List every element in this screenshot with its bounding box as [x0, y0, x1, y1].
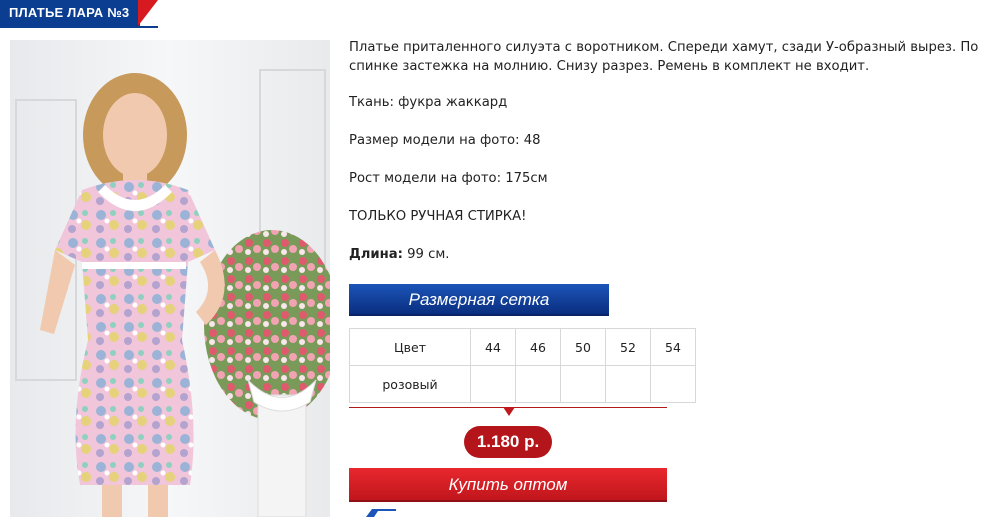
wash-note-text: ТОЛЬКО РУЧНАЯ СТИРКА! — [349, 209, 527, 224]
model-height-text: Рост модели на фото: 175см — [349, 171, 548, 186]
length-line: Длина: 99 см. — [349, 247, 450, 262]
partial-logo-icon — [366, 509, 396, 517]
product-title: ПЛАТЬЕ ЛАРА №3 — [9, 5, 130, 20]
size-qty-50[interactable] — [560, 365, 606, 403]
size-header-52: 52 — [605, 328, 651, 366]
model-size-text: Размер модели на фото: 48 — [349, 133, 541, 148]
length-value: 99 см. — [407, 247, 450, 262]
size-qty-46[interactable] — [515, 365, 561, 403]
size-header-color: Цвет — [349, 328, 471, 366]
price-badge: 1.180 р. — [464, 426, 552, 458]
product-title-tab: ПЛАТЬЕ ЛАРА №3 — [0, 0, 160, 28]
size-chart-label: Размерная сетка — [408, 290, 550, 309]
size-header-46: 46 — [515, 328, 561, 366]
product-photo-image — [10, 40, 330, 517]
size-header-44: 44 — [470, 328, 516, 366]
size-table-header-row: Цвет 44 46 50 52 54 — [349, 328, 696, 366]
size-table: Цвет 44 46 50 52 54 розовый — [349, 328, 696, 403]
product-photo[interactable] — [10, 40, 330, 517]
buy-wholesale-button[interactable]: Купить оптом — [349, 468, 667, 502]
size-header-54: 54 — [650, 328, 696, 366]
size-row-color: розовый — [349, 365, 471, 403]
fabric-text: Ткань: фукра жаккард — [349, 95, 508, 110]
size-table-row: розовый — [349, 365, 696, 403]
size-header-50: 50 — [560, 328, 606, 366]
size-qty-54[interactable] — [650, 365, 696, 403]
description-text: Платье приталенного силуэта с воротником… — [349, 40, 979, 74]
size-chart-button[interactable]: Размерная сетка — [349, 284, 609, 316]
title-tab-red-accent — [138, 0, 158, 26]
price-pointer-icon — [503, 407, 515, 416]
length-label: Длина: — [349, 247, 403, 262]
buy-wholesale-label: Купить оптом — [448, 475, 568, 494]
title-underline — [0, 26, 158, 28]
size-qty-44[interactable] — [470, 365, 516, 403]
product-description: Платье приталенного силуэта с воротником… — [349, 38, 979, 76]
size-qty-52[interactable] — [605, 365, 651, 403]
